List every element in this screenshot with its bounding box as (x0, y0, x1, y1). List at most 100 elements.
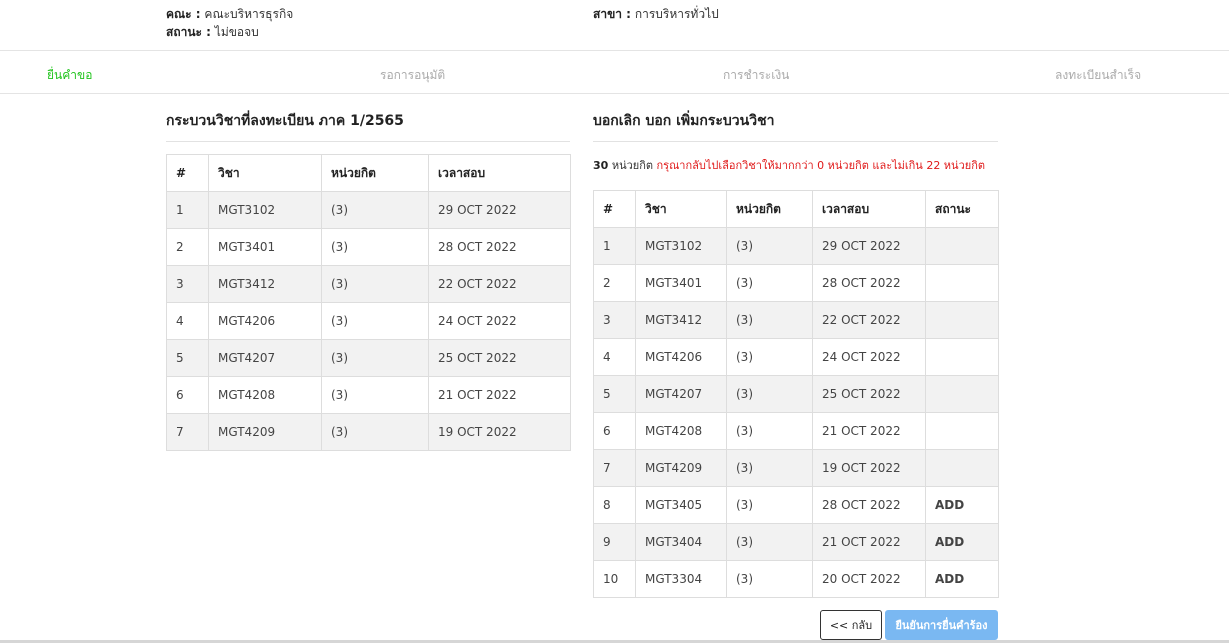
header-divider (0, 50, 1229, 51)
course-code: MGT4208 (208, 376, 322, 414)
row-number: 5 (593, 375, 636, 413)
exam-date: 22 OCT 2022 (812, 301, 926, 339)
change-status (925, 338, 999, 376)
step-registration-complete: ลงทะเบียนสำเร็จ (1055, 68, 1142, 82)
column-header-credits: หน่วยกิต (726, 190, 813, 228)
exam-date: 28 OCT 2022 (428, 228, 571, 266)
course-credits: (3) (726, 412, 813, 450)
table-row: 2 MGT3401 (3) 28 OCT 2022 (593, 264, 999, 302)
exam-date: 24 OCT 2022 (428, 302, 571, 340)
change-status (925, 227, 999, 265)
step-submit-request: ยื่นคำขอ (47, 68, 93, 82)
registered-title-rule (166, 141, 570, 142)
step-await-approval: รอการอนุมัติ (380, 68, 446, 82)
change-status (925, 375, 999, 413)
course-code: MGT4207 (635, 375, 727, 413)
course-credits: (3) (726, 338, 813, 376)
status-value: ไม่ขอจบ (214, 25, 259, 39)
course-credits: (3) (726, 227, 813, 265)
row-number: 4 (593, 338, 636, 376)
course-code: MGT3102 (208, 191, 322, 229)
steps-divider (0, 93, 1229, 94)
credit-warning-message: กรุณากลับไปเลือกวิชาให้มากกว่า 0 หน่วยกิ… (656, 159, 986, 172)
row-number: 6 (166, 376, 209, 414)
change-status: ADD (925, 560, 999, 598)
row-number: 2 (593, 264, 636, 302)
course-credits: (3) (321, 413, 429, 451)
course-credits: (3) (726, 301, 813, 339)
course-changes-table: # วิชา หน่วยกิต เวลาสอบ สถานะ 1 MGT3102 … (593, 190, 999, 598)
confirm-request-button[interactable]: ยืนยันการยื่นคำร้อง (885, 610, 998, 640)
registered-courses-table: # วิชา หน่วยกิต เวลาสอบ 1 MGT3102 (3) 29… (166, 154, 571, 451)
step-payment: การชำระเงิน (723, 68, 790, 82)
change-status (925, 264, 999, 302)
major-label: สาขา : (593, 7, 631, 21)
major-value: การบริหารทั่วไป (634, 7, 719, 21)
column-header-course: วิชา (635, 190, 727, 228)
exam-date: 28 OCT 2022 (812, 486, 926, 524)
course-credits: (3) (726, 486, 813, 524)
credit-warning: 30 หน่วยกิต กรุณากลับไปเลือกวิชาให้มากกว… (593, 156, 985, 174)
status-info: สถานะ : ไม่ขอจบ (166, 23, 259, 42)
row-number: 10 (593, 560, 636, 598)
column-header-status: สถานะ (925, 190, 999, 228)
exam-date: 25 OCT 2022 (812, 375, 926, 413)
course-credits: (3) (726, 449, 813, 487)
table-row: 4 MGT4206 (3) 24 OCT 2022 (166, 302, 571, 340)
row-number: 7 (593, 449, 636, 487)
status-label: สถานะ : (166, 25, 211, 39)
exam-date: 21 OCT 2022 (812, 412, 926, 450)
row-number: 4 (166, 302, 209, 340)
course-code: MGT4208 (635, 412, 727, 450)
table-row: 4 MGT4206 (3) 24 OCT 2022 (593, 338, 999, 376)
total-credits-value: 30 (593, 159, 609, 172)
course-code: MGT4209 (208, 413, 322, 451)
row-number: 3 (166, 265, 209, 303)
course-credits: (3) (321, 376, 429, 414)
faculty-label: คณะ : (166, 7, 201, 21)
table-header-row: # วิชา หน่วยกิต เวลาสอบ (166, 154, 571, 192)
row-number: 7 (166, 413, 209, 451)
exam-date: 20 OCT 2022 (812, 560, 926, 598)
row-number: 1 (593, 227, 636, 265)
column-header-credits: หน่วยกิต (321, 154, 429, 192)
row-number: 1 (166, 191, 209, 229)
total-credits-unit: หน่วยกิต (611, 159, 654, 172)
course-code: MGT4206 (635, 338, 727, 376)
course-code: MGT3412 (208, 265, 322, 303)
column-header-number: # (166, 154, 209, 192)
table-header-row: # วิชา หน่วยกิต เวลาสอบ สถานะ (593, 190, 999, 228)
course-code: MGT3401 (635, 264, 727, 302)
changes-title-rule (593, 141, 998, 142)
course-credits: (3) (726, 375, 813, 413)
table-row: 6 MGT4208 (3) 21 OCT 2022 (166, 376, 571, 414)
row-number: 5 (166, 339, 209, 377)
row-number: 8 (593, 486, 636, 524)
course-code: MGT3102 (635, 227, 727, 265)
exam-date: 21 OCT 2022 (428, 376, 571, 414)
column-header-number: # (593, 190, 636, 228)
exam-date: 19 OCT 2022 (428, 413, 571, 451)
column-header-exam-date: เวลาสอบ (428, 154, 571, 192)
table-row: 10 MGT3304 (3) 20 OCT 2022 ADD (593, 560, 999, 598)
course-changes-title: บอกเลิก บอก เพิ่มกระบวนวิชา (593, 113, 775, 129)
column-header-course: วิชา (208, 154, 322, 192)
course-code: MGT3405 (635, 486, 727, 524)
course-credits: (3) (321, 302, 429, 340)
row-number: 2 (166, 228, 209, 266)
table-row: 5 MGT4207 (3) 25 OCT 2022 (593, 375, 999, 413)
table-row: 1 MGT3102 (3) 29 OCT 2022 (166, 191, 571, 229)
row-number: 9 (593, 523, 636, 561)
course-credits: (3) (321, 191, 429, 229)
course-code: MGT3412 (635, 301, 727, 339)
table-row: 1 MGT3102 (3) 29 OCT 2022 (593, 227, 999, 265)
course-credits: (3) (726, 523, 813, 561)
back-button[interactable]: << กลับ (820, 610, 882, 640)
table-row: 9 MGT3404 (3) 21 OCT 2022 ADD (593, 523, 999, 561)
change-status: ADD (925, 486, 999, 524)
exam-date: 29 OCT 2022 (812, 227, 926, 265)
course-credits: (3) (726, 560, 813, 598)
row-number: 6 (593, 412, 636, 450)
table-row: 7 MGT4209 (3) 19 OCT 2022 (593, 449, 999, 487)
faculty-info: คณะ : คณะบริหารธุรกิจ (166, 5, 293, 24)
